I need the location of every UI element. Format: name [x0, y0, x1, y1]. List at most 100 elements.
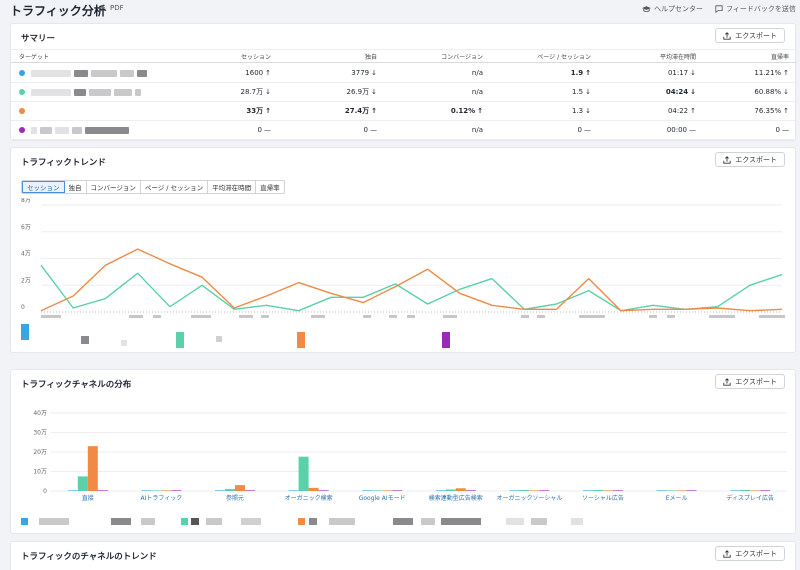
unique-cell: 27.4万 ↑ [271, 102, 377, 120]
y-tick-label: 8万 [21, 198, 31, 204]
export-icon [723, 155, 731, 164]
legend-swatch[interactable] [39, 518, 69, 525]
col-conversion[interactable]: コンバージョン [377, 50, 483, 62]
redacted-x-label [239, 315, 253, 318]
dash-icon: — [264, 126, 271, 134]
legend-swatch[interactable] [176, 332, 184, 348]
summary-table-header: ターゲット セッション 独自 コンバージョン ページ / セッション 平均滞在時… [11, 49, 797, 63]
legend-swatch[interactable] [121, 340, 127, 346]
legend-swatch[interactable] [421, 518, 435, 525]
pps-cell: 0— [483, 121, 591, 139]
category-label: オーガニックソーシャル [496, 494, 562, 502]
metric-tab[interactable]: コンバージョン [87, 181, 141, 193]
target-cell [19, 102, 169, 120]
legend-swatch[interactable] [191, 518, 199, 525]
legend-swatch[interactable] [506, 518, 524, 525]
channel-distribution-card: トラフィックチャネルの分布 エクスポート 0 10万 20万 30万 40万 直接 AIトラ… [10, 369, 796, 534]
legend-swatch[interactable] [442, 332, 450, 348]
legend-swatch[interactable] [206, 518, 222, 525]
export-label: エクスポート [735, 549, 777, 558]
legend-swatch[interactable] [81, 336, 89, 344]
legend-swatch[interactable] [297, 332, 305, 348]
col-target[interactable]: ターゲット [19, 50, 169, 62]
legend-swatch[interactable] [21, 324, 29, 340]
legend-swatch[interactable] [111, 518, 131, 525]
col-avg-time[interactable]: 平均滞在時間 [591, 50, 696, 62]
bar [455, 488, 466, 491]
legend-swatch[interactable] [329, 518, 355, 525]
pps-value: 1.9 [570, 69, 584, 77]
help-center-link[interactable]: ヘルプセンター [642, 4, 703, 14]
bar [151, 490, 162, 491]
download-icon [99, 4, 107, 11]
col-sessions[interactable]: セッション [171, 50, 271, 62]
legend-swatch[interactable] [571, 518, 583, 525]
category-label: オーガニック検索 [285, 494, 333, 502]
channel-legend [11, 515, 797, 529]
metric-tab[interactable]: 独自 [65, 181, 87, 193]
bounce-value: 0 [775, 126, 780, 134]
legend-swatch[interactable] [21, 518, 28, 525]
redacted-x-label [443, 315, 457, 318]
bounce-cell: 0— [696, 121, 789, 139]
legend-swatch[interactable] [393, 518, 413, 525]
channel-trend-export-button[interactable]: エクスポート [715, 546, 785, 561]
redacted-x-label [363, 315, 371, 318]
col-unique[interactable]: 独自 [271, 50, 377, 62]
bounce-value: 60.88% [754, 88, 782, 96]
pps-cell: 1.3 ↓ [483, 102, 591, 120]
legend-swatch[interactable] [309, 518, 317, 525]
dash-icon: — [782, 126, 789, 134]
channel-distribution-title: トラフィックチャネルの分布 [21, 380, 132, 390]
export-icon [723, 377, 731, 386]
bar [435, 490, 446, 491]
col-bounce-rate[interactable]: 直帰率 [696, 50, 789, 62]
unique-value: 27.4万 [344, 107, 370, 115]
pdf-download-button[interactable]: PDF [99, 4, 124, 12]
send-feedback-link[interactable]: フィードバックを送信 [715, 4, 796, 14]
redacted-x-label [191, 315, 211, 318]
arrow-up-icon: ↑ [783, 69, 789, 77]
trend-export-button[interactable]: エクスポート [715, 152, 785, 167]
metric-tab[interactable]: 平均滞在時間 [208, 181, 257, 193]
redacted-x-label [521, 315, 529, 318]
redacted-x-label [261, 315, 269, 318]
unique-cell: 3779 ↓ [271, 64, 377, 82]
legend-swatch[interactable] [216, 336, 222, 342]
redacted-x-label [667, 315, 675, 318]
legend-swatch[interactable] [181, 518, 188, 525]
bar [171, 490, 182, 491]
category-label: 検索連動型広告検索 [429, 494, 483, 502]
metric-tab[interactable]: ページ / セッション [141, 181, 209, 193]
legend-swatch[interactable] [441, 518, 481, 525]
sessions-cell: 1600 ↑ [171, 64, 271, 82]
bar [161, 490, 172, 491]
redacted-text [120, 69, 134, 77]
unique-cell: 0— [271, 121, 377, 139]
conv-cell: n/a [377, 83, 483, 101]
bar [318, 490, 329, 491]
bar [666, 490, 677, 491]
y-tick-label: 40万 [33, 410, 47, 417]
channel-export-button[interactable]: エクスポート [715, 374, 785, 389]
y-tick-label: 20万 [33, 449, 47, 456]
summary-export-button[interactable]: エクスポート [715, 28, 785, 43]
y-tick-label: 0 [43, 488, 47, 495]
legend-swatch[interactable] [298, 518, 305, 525]
bar [245, 490, 255, 491]
legend-swatch[interactable] [241, 518, 261, 525]
bar [141, 490, 152, 491]
col-pages-per-session[interactable]: ページ / セッション [483, 50, 591, 62]
legend-swatch[interactable] [141, 518, 155, 525]
legend-swatch[interactable] [531, 518, 547, 525]
summary-row: 28.7万 ↓ 26.9万 ↓ n/a 1.5 ↓ 04:24 ↓ 60.88% ↓ [11, 83, 797, 102]
metric-tab[interactable]: セッション [22, 181, 65, 193]
feedback-icon [715, 5, 723, 13]
conv-cell: n/a [377, 64, 483, 82]
metric-tab[interactable]: 直帰率 [256, 181, 284, 193]
unique-value: 26.9万 [346, 88, 370, 96]
redacted-x-label [537, 315, 545, 318]
page-title: トラフィック分析 [10, 4, 106, 18]
redacted-x-label [389, 315, 397, 318]
summary-title: サマリー [21, 34, 56, 44]
